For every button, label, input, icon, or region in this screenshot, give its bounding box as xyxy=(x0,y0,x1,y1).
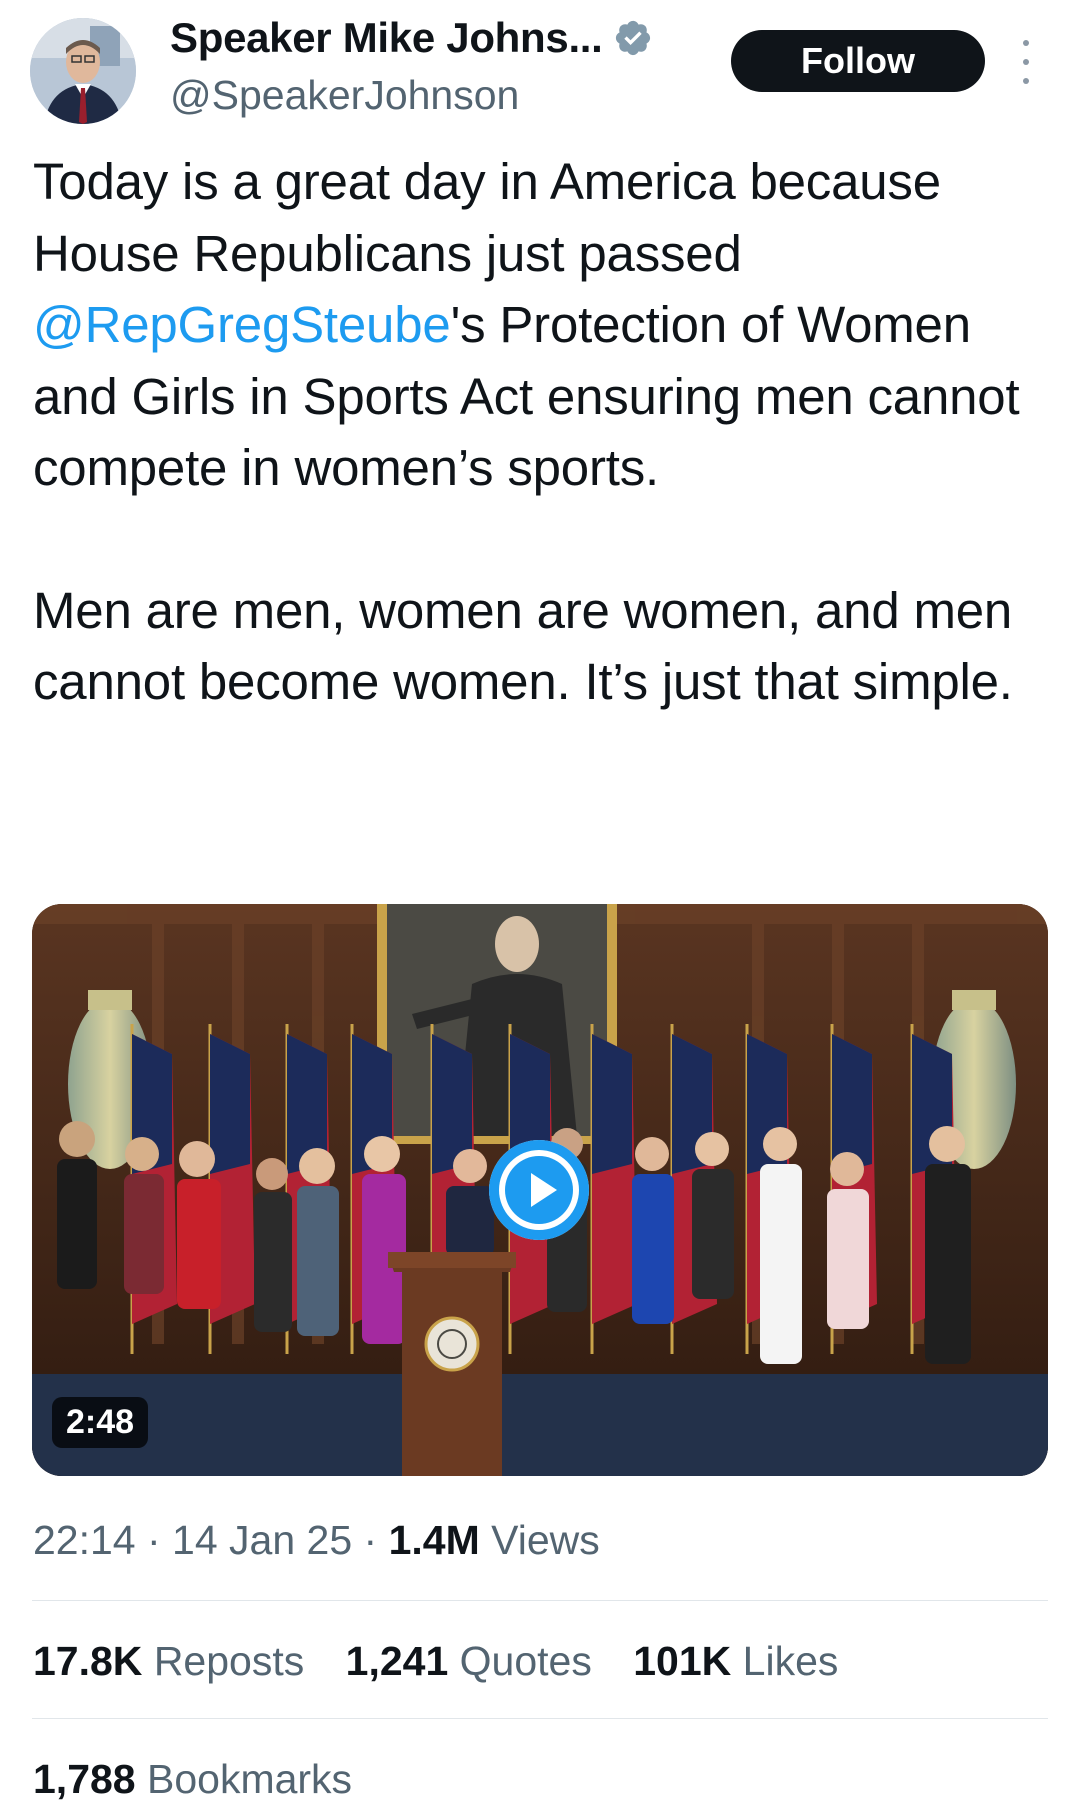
quotes-count: 1,241 xyxy=(345,1638,449,1684)
video-duration-badge: 2:48 xyxy=(52,1397,149,1448)
tweet-meta: 22:14 · 14 Jan 25 · 1.4M Views xyxy=(33,1517,600,1564)
likes-stat[interactable]: 101K Likes xyxy=(633,1638,838,1684)
tweet-date[interactable]: 14 Jan 25 xyxy=(172,1517,352,1563)
reposts-stat[interactable]: 17.8K Reposts xyxy=(33,1638,304,1684)
reposts-count: 17.8K xyxy=(33,1638,143,1684)
quotes-stat[interactable]: 1,241 Quotes xyxy=(346,1638,592,1684)
bookmarks-stat[interactable]: 1,788 Bookmarks xyxy=(33,1756,352,1803)
author-handle[interactable]: @SpeakerJohnson xyxy=(170,72,519,119)
divider xyxy=(32,1600,1048,1601)
author-avatar[interactable] xyxy=(30,18,136,124)
tweet-paragraph-1: Today is a great day in America because … xyxy=(33,146,1043,504)
play-icon[interactable] xyxy=(489,1140,589,1240)
more-vertical-icon[interactable] xyxy=(1016,40,1036,84)
tweet-time[interactable]: 22:14 xyxy=(33,1517,136,1563)
likes-label: Likes xyxy=(731,1638,839,1684)
quotes-label: Quotes xyxy=(448,1638,592,1684)
tweet-text-part: Today is a great day in America because … xyxy=(33,153,941,282)
likes-count: 101K xyxy=(633,1638,732,1684)
views-label: Views xyxy=(479,1517,600,1563)
bookmarks-count: 1,788 xyxy=(33,1756,136,1802)
tweet-header: Speaker Mike Johns... @SpeakerJohnson Fo… xyxy=(0,0,1080,140)
reposts-label: Reposts xyxy=(142,1638,305,1684)
bookmarks-label: Bookmarks xyxy=(135,1756,353,1802)
author-name[interactable]: Speaker Mike Johns... xyxy=(170,14,603,62)
views-count: 1.4M xyxy=(388,1517,480,1563)
tweet-paragraph-2: Men are men, women are women, and men ca… xyxy=(33,581,1013,711)
verified-badge-icon xyxy=(615,20,650,56)
house-seal-icon xyxy=(424,1316,480,1372)
engagement-stats: 17.8K Reposts 1,241 Quotes 101K Likes xyxy=(33,1638,868,1685)
follow-button[interactable]: Follow xyxy=(731,30,985,92)
mention-link[interactable]: @RepGregSteube xyxy=(33,296,451,353)
divider xyxy=(32,1718,1048,1719)
author-name-row: Speaker Mike Johns... xyxy=(170,14,653,62)
meta-separator: · xyxy=(352,1517,389,1563)
tweet-text: Today is a great day in America because … xyxy=(33,146,1043,718)
meta-separator: · xyxy=(135,1517,173,1563)
video-player[interactable]: 2:48 xyxy=(32,904,1048,1476)
